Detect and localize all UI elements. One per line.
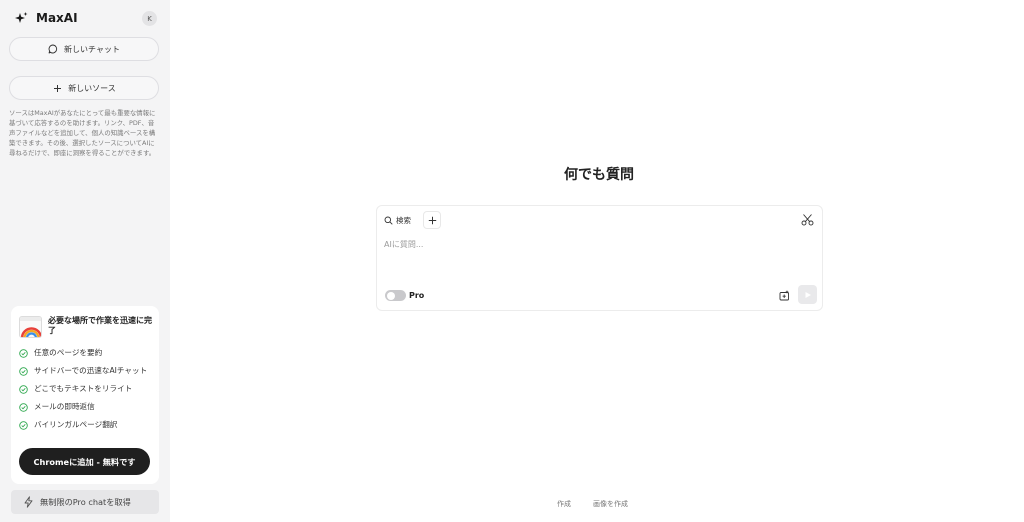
chat-composer: 検索 Pro bbox=[376, 205, 823, 311]
sidebar: MaxAI K 新しいチャット 新しいソース ソースはMaxAIがあなたにとって… bbox=[0, 0, 170, 522]
ask-input[interactable] bbox=[384, 236, 814, 252]
new-chat-button[interactable]: 新しいチャット bbox=[9, 37, 159, 61]
feature-item: メールの即時返信 bbox=[19, 401, 155, 413]
avatar[interactable]: K bbox=[142, 11, 157, 26]
feature-label: バイリンガルページ翻訳 bbox=[34, 420, 118, 429]
new-source-label: 新しいソース bbox=[68, 83, 116, 93]
feature-item: どこでもテキストをリライト bbox=[19, 383, 155, 395]
feature-label: メールの即時返信 bbox=[34, 402, 95, 411]
search-icon bbox=[384, 216, 393, 225]
lightning-icon bbox=[24, 496, 33, 508]
plus-icon bbox=[428, 216, 436, 224]
feature-item: 任意のページを要約 bbox=[19, 347, 155, 359]
send-button[interactable] bbox=[798, 285, 817, 304]
check-circle-icon bbox=[19, 403, 28, 412]
send-arrow-icon bbox=[805, 291, 811, 298]
feature-label: どこでもテキストをリライト bbox=[34, 384, 133, 393]
add-attachment-button[interactable] bbox=[423, 211, 441, 229]
check-circle-icon bbox=[19, 385, 28, 394]
new-chat-label: 新しいチャット bbox=[64, 44, 120, 54]
search-toggle[interactable]: 検索 bbox=[384, 212, 411, 228]
get-pro-chat-button[interactable]: 無制限のPro chatを取得 bbox=[11, 490, 159, 514]
promo-title: 必要な場所で作業を迅速に完了 bbox=[48, 316, 152, 335]
footer-link-create[interactable]: 作成 bbox=[557, 499, 571, 509]
feature-label: 任意のページを要約 bbox=[34, 348, 103, 357]
pro-label: Pro bbox=[409, 291, 425, 300]
get-pro-chat-label: 無制限のPro chatを取得 bbox=[40, 497, 131, 507]
toggle-switch[interactable] bbox=[385, 290, 406, 301]
page-title: 何でも質問 bbox=[564, 167, 634, 183]
check-circle-icon bbox=[19, 421, 28, 430]
feature-label: サイドバーでの迅速なAIチャット bbox=[34, 366, 148, 375]
upload-file-icon[interactable] bbox=[779, 290, 790, 301]
brand[interactable]: MaxAI bbox=[14, 9, 78, 27]
feature-item: バイリンガルページ翻訳 bbox=[19, 419, 155, 431]
check-circle-icon bbox=[19, 367, 28, 376]
app-name: MaxAI bbox=[36, 11, 78, 25]
search-label: 検索 bbox=[396, 215, 411, 225]
feature-list: 任意のページを要約 サイドバーでの迅速なAIチャット どこでもテキストをリライト… bbox=[19, 347, 155, 437]
chat-bubble-icon bbox=[48, 44, 58, 54]
pro-mode-toggle[interactable]: Pro bbox=[385, 290, 424, 301]
extension-promo-card: 必要な場所で作業を迅速に完了 任意のページを要約 サイドバーでの迅速なAIチャッ… bbox=[11, 306, 159, 484]
scissors-icon[interactable] bbox=[801, 213, 814, 226]
add-to-chrome-button[interactable]: Chromeに追加 - 無料です bbox=[19, 448, 150, 475]
source-description: ソースはMaxAIがあなたにとって最も重要な情報に基づいて応答するのを助けます。… bbox=[9, 109, 156, 157]
footer-links: 作成 画像を作成 bbox=[557, 499, 628, 509]
check-circle-icon bbox=[19, 349, 28, 358]
sparkle-icon bbox=[14, 11, 29, 26]
rainbow-illustration-icon bbox=[19, 316, 42, 338]
new-source-button[interactable]: 新しいソース bbox=[9, 76, 159, 100]
feature-item: サイドバーでの迅速なAIチャット bbox=[19, 365, 155, 377]
plus-icon bbox=[52, 83, 62, 93]
footer-link-create-image[interactable]: 画像を作成 bbox=[593, 499, 628, 509]
